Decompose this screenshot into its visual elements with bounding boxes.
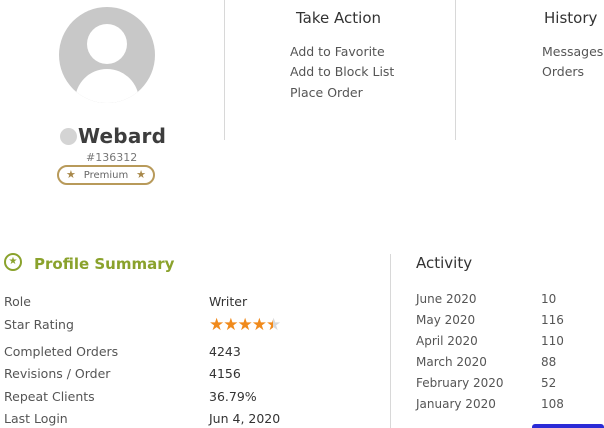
divider bbox=[224, 0, 225, 140]
premium-badge: ★ Premium ★ bbox=[57, 165, 155, 185]
summary-value-last-login: Jun 4, 2020 bbox=[209, 411, 281, 426]
profile-summary-title: Profile Summary bbox=[34, 255, 175, 273]
avatar-body bbox=[75, 69, 139, 103]
summary-label-last-login: Last Login bbox=[4, 411, 68, 426]
activity-month: January 2020 bbox=[416, 397, 496, 411]
star-rating: ★★★★★ bbox=[209, 315, 281, 335]
summary-value-completed-orders: 4243 bbox=[209, 344, 241, 359]
take-action-heading: Take Action bbox=[296, 9, 381, 27]
summary-label-completed-orders: Completed Orders bbox=[4, 344, 119, 359]
username: Webard bbox=[78, 124, 167, 148]
activity-value: 52 bbox=[541, 376, 557, 390]
messages-link[interactable]: Messages bbox=[542, 42, 603, 63]
rating-star-icon: ★ bbox=[209, 315, 224, 335]
activity-value: 88 bbox=[541, 355, 557, 369]
activity-month: April 2020 bbox=[416, 334, 478, 348]
add-to-block-list-link[interactable]: Add to Block List bbox=[290, 62, 394, 83]
orders-link[interactable]: Orders bbox=[542, 62, 584, 83]
star-icon: ★ bbox=[136, 168, 146, 181]
summary-label-star-rating: Star Rating bbox=[4, 317, 74, 332]
summary-value-repeat-clients: 36.79% bbox=[209, 389, 257, 404]
divider bbox=[390, 254, 391, 428]
scroll-indicator[interactable] bbox=[532, 424, 604, 428]
activity-month: June 2020 bbox=[416, 292, 477, 306]
activity-month: February 2020 bbox=[416, 376, 504, 390]
user-id: #136312 bbox=[86, 151, 138, 164]
summary-value-revisions: 4156 bbox=[209, 366, 241, 381]
rating-star-icon: ★ bbox=[237, 315, 253, 335]
rating-star-icon: ★ bbox=[266, 315, 281, 335]
add-to-favorite-link[interactable]: Add to Favorite bbox=[290, 42, 385, 63]
activity-value: 116 bbox=[541, 313, 564, 327]
summary-label-repeat-clients: Repeat Clients bbox=[4, 389, 95, 404]
activity-value: 108 bbox=[541, 397, 564, 411]
activity-value: 10 bbox=[541, 292, 557, 306]
rating-star-icon: ★ bbox=[251, 315, 267, 335]
summary-label-role: Role bbox=[4, 294, 31, 309]
divider bbox=[455, 0, 456, 140]
rating-star-icon: ★ bbox=[223, 315, 238, 335]
activity-month: March 2020 bbox=[416, 355, 487, 369]
avatar-head bbox=[87, 24, 127, 64]
online-status-dot bbox=[60, 128, 77, 145]
profile-summary-icon: ★ bbox=[4, 253, 22, 271]
summary-label-revisions: Revisions / Order bbox=[4, 366, 111, 381]
place-order-link[interactable]: Place Order bbox=[290, 83, 363, 104]
summary-value-role: Writer bbox=[209, 294, 248, 309]
activity-value: 110 bbox=[541, 334, 564, 348]
avatar bbox=[59, 7, 155, 103]
activity-month: May 2020 bbox=[416, 313, 476, 327]
activity-heading: Activity bbox=[416, 254, 473, 272]
history-heading: History bbox=[544, 9, 598, 27]
